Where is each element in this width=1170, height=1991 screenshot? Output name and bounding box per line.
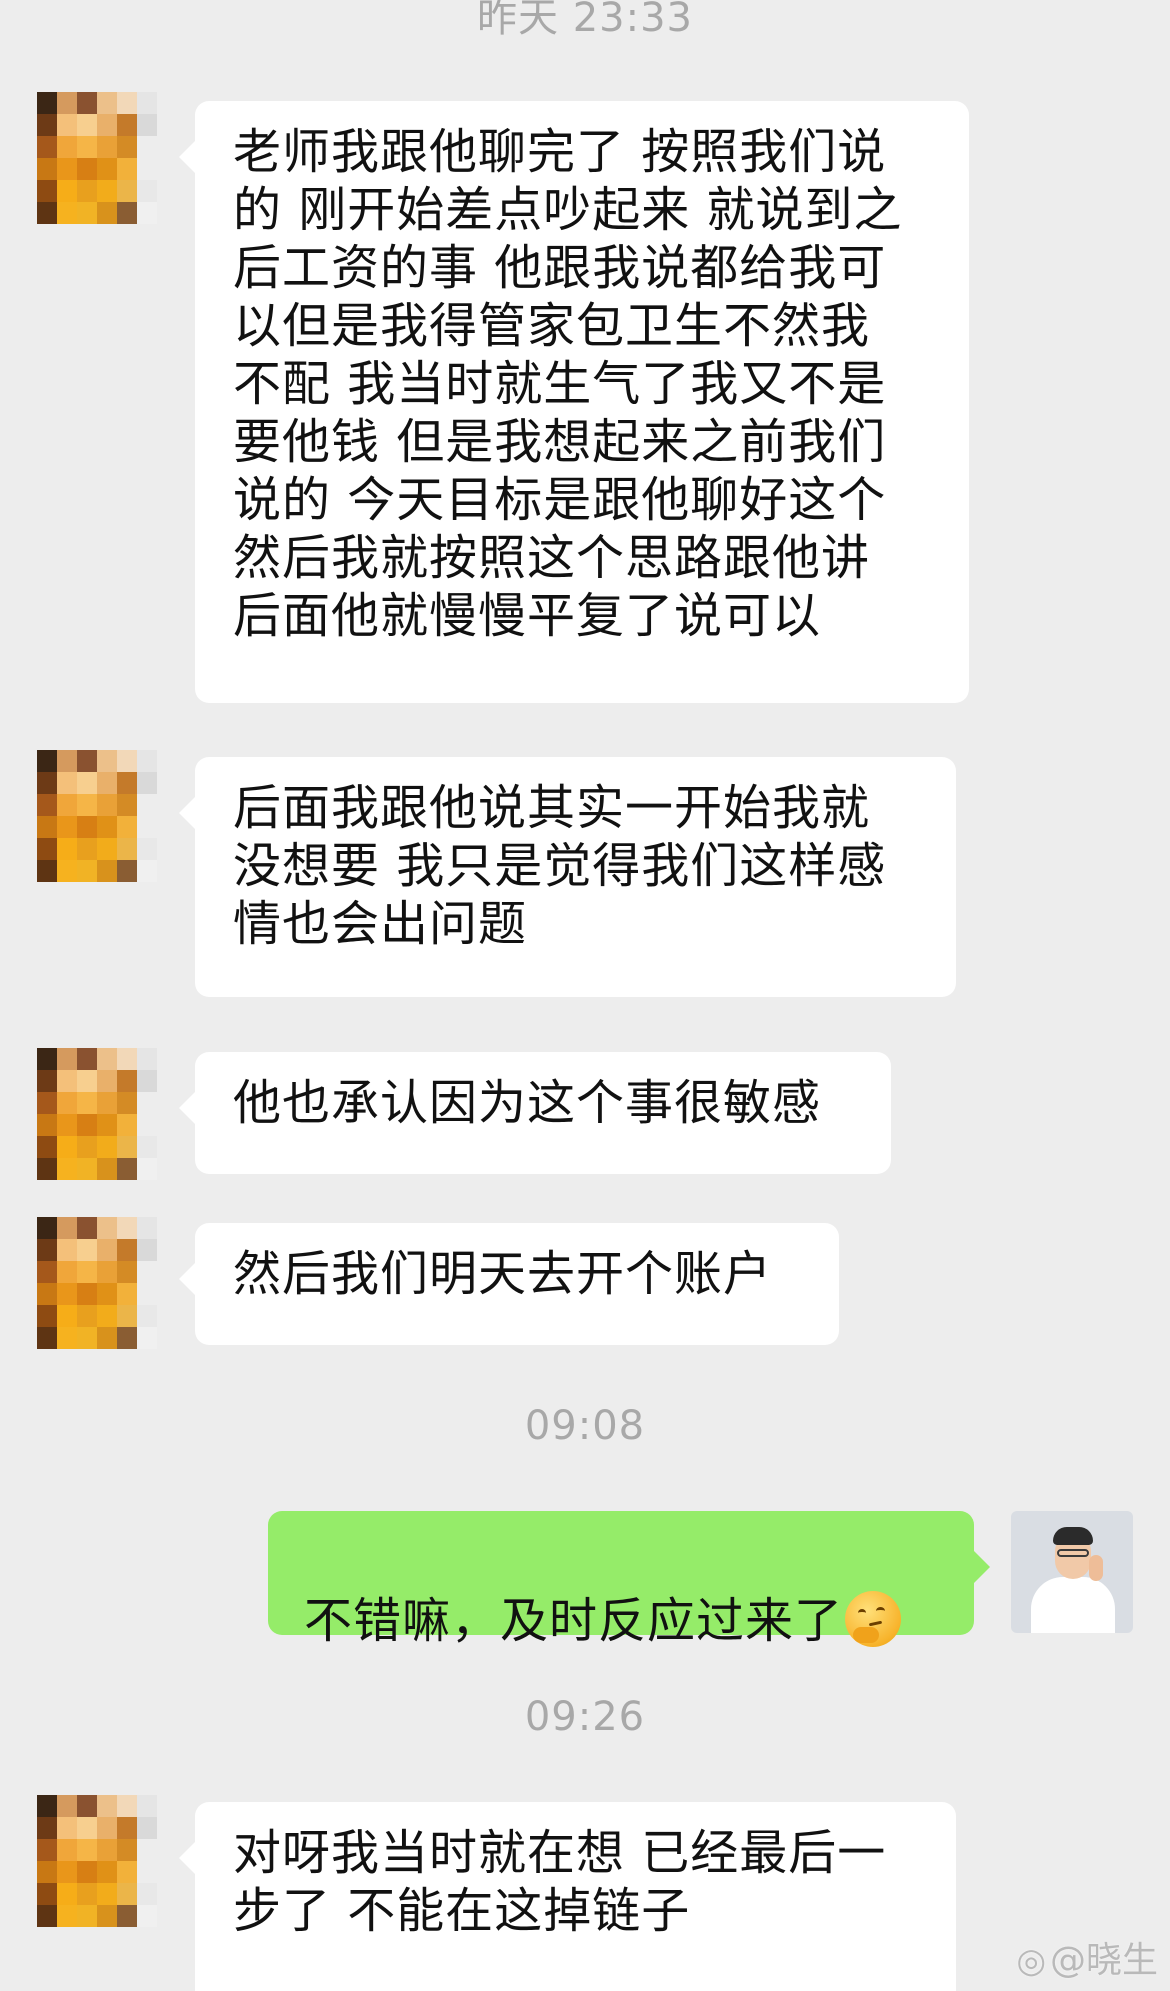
avatar-pixelated[interactable] [37,92,157,224]
incoming-message[interactable]: 老师我跟他聊完了 按照我们说 的 刚开始差点吵起来 就说到之 后工资的事 他跟我… [179,101,969,703]
watermark-text: @晓生 [1049,1940,1158,1981]
thinking-face-emoji-icon [845,1591,902,1647]
avatar-pixelated[interactable] [37,1795,157,1927]
weibo-icon: ◎ [1016,1941,1046,1981]
watermark: ◎ @晓生 [1016,1939,1158,1983]
chat-window: 昨天 23:33 老师我跟他聊完了 按照我们说 的 刚开始差点吵起来 就说到之 … [0,0,1170,1991]
incoming-message[interactable]: 后面我跟他说其实一开始我就 没想要 我只是觉得我们这样感 情也会出问题 [179,757,956,997]
outgoing-message[interactable]: 不错嘛，及时反应过来了 [268,1511,990,1649]
avatar-pixelated[interactable] [37,1217,157,1349]
outgoing-message-text: 不错嘛，及时反应过来了 [304,1593,844,1649]
self-avatar[interactable] [1011,1511,1133,1633]
avatar-pixelated[interactable] [37,750,157,882]
incoming-message[interactable]: 然后我们明天去开个账户 [179,1223,839,1345]
timestamp: 09:08 [524,1403,646,1449]
incoming-message[interactable]: 对呀我当时就在想 已经最后一 步了 不能在这掉链子 [179,1802,956,1991]
timestamp: 09:26 [524,1694,646,1740]
avatar-pixelated[interactable] [37,1048,157,1180]
timestamp: 昨天 23:33 [477,0,693,41]
incoming-message[interactable]: 他也承认因为这个事很敏感 [179,1052,891,1174]
